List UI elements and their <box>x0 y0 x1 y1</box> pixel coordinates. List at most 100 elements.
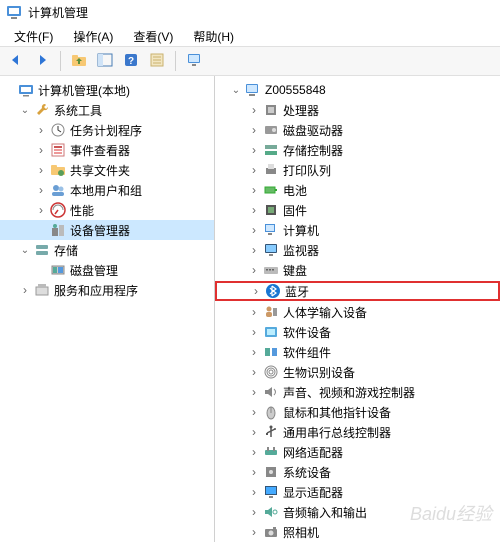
refresh-button[interactable] <box>182 49 206 73</box>
twisty-icon[interactable] <box>247 123 261 137</box>
usb-icon <box>263 424 279 440</box>
device-category-disk[interactable]: 磁盘驱动器 <box>215 120 500 140</box>
twisty-icon[interactable] <box>34 183 48 197</box>
device-category-printer[interactable]: 打印队列 <box>215 160 500 180</box>
twisty-icon[interactable] <box>247 305 261 319</box>
twisty-icon[interactable] <box>249 284 263 298</box>
tree-node-storage[interactable]: 存储 <box>0 240 214 260</box>
tree-node-task-scheduler[interactable]: 任务计划程序 <box>0 120 214 140</box>
device-category-label: 声音、视频和游戏控制器 <box>283 384 415 401</box>
twisty-icon[interactable] <box>247 263 261 277</box>
tree-node-label: 事件查看器 <box>70 142 130 159</box>
device-category-display[interactable]: 显示适配器 <box>215 482 500 502</box>
device-category-label: 处理器 <box>283 102 319 119</box>
twisty-icon[interactable] <box>247 243 261 257</box>
twisty-icon[interactable] <box>229 85 243 96</box>
twisty-icon[interactable] <box>34 143 48 157</box>
device-category-network[interactable]: 网络适配器 <box>215 442 500 462</box>
device-category-label: 键盘 <box>283 262 307 279</box>
tree-node-shared-folders[interactable]: 共享文件夹 <box>0 160 214 180</box>
tree-node-performance[interactable]: 性能 <box>0 200 214 220</box>
device-category-camera[interactable]: 照相机 <box>215 522 500 542</box>
menu-help[interactable]: 帮助(H) <box>183 26 244 44</box>
device-category-label: 音频输入和输出 <box>283 504 367 521</box>
device-tree[interactable]: Z00555848 处理器磁盘驱动器存储控制器打印队列电池固件计算机监视器键盘蓝… <box>215 80 500 542</box>
twisty-icon[interactable] <box>247 525 261 539</box>
tree-node-label: 服务和应用程序 <box>54 282 138 299</box>
device-category-mouse[interactable]: 鼠标和其他指针设备 <box>215 402 500 422</box>
device-category-label: 照相机 <box>283 524 319 541</box>
device-category-battery[interactable]: 电池 <box>215 180 500 200</box>
device-category-audio-io[interactable]: 音频输入和输出 <box>215 502 500 522</box>
device-category-keyboard[interactable]: 键盘 <box>215 260 500 280</box>
twisty-icon[interactable] <box>247 203 261 217</box>
panes-icon <box>97 52 113 71</box>
device-category-cpu[interactable]: 处理器 <box>215 100 500 120</box>
tree-node-disk-management[interactable]: 磁盘管理 <box>0 260 214 280</box>
back-button[interactable] <box>4 49 28 73</box>
twisty-icon[interactable] <box>247 223 261 237</box>
forward-button[interactable] <box>30 49 54 73</box>
twisty-icon[interactable] <box>247 505 261 519</box>
twisty-icon[interactable] <box>247 425 261 439</box>
twisty-icon[interactable] <box>34 163 48 177</box>
device-category-sound[interactable]: 声音、视频和游戏控制器 <box>215 382 500 402</box>
tree-node-system-tools[interactable]: 系统工具 <box>0 100 214 120</box>
twisty-icon[interactable] <box>247 103 261 117</box>
tree-node-computer-management[interactable]: 计算机管理(本地) <box>0 80 214 100</box>
device-category-label: 磁盘驱动器 <box>283 122 343 139</box>
twisty-icon[interactable] <box>247 485 261 499</box>
properties-button[interactable] <box>145 49 169 73</box>
firmware-icon <box>263 202 279 218</box>
twisty-icon[interactable] <box>247 345 261 359</box>
device-category-soft-dev[interactable]: 软件设备 <box>215 322 500 342</box>
device-category-biometric[interactable]: 生物识别设备 <box>215 362 500 382</box>
show-hide-tree-button[interactable] <box>93 49 117 73</box>
keyboard-icon <box>263 262 279 278</box>
tree-node-services-apps[interactable]: 服务和应用程序 <box>0 280 214 300</box>
up-button[interactable] <box>67 49 91 73</box>
cpu-icon <box>263 102 279 118</box>
menu-file[interactable]: 文件(F) <box>4 26 63 44</box>
twisty-icon[interactable] <box>247 143 261 157</box>
device-tree-root[interactable]: Z00555848 <box>215 80 500 100</box>
device-category-pc[interactable]: 计算机 <box>215 220 500 240</box>
twisty-icon[interactable] <box>247 183 261 197</box>
device-category-monitor[interactable]: 监视器 <box>215 240 500 260</box>
twisty-icon[interactable] <box>247 163 261 177</box>
device-category-firmware[interactable]: 固件 <box>215 200 500 220</box>
device-category-usb[interactable]: 通用串行总线控制器 <box>215 422 500 442</box>
device-category-hid[interactable]: 人体学输入设备 <box>215 302 500 322</box>
tree-node-event-viewer[interactable]: 事件查看器 <box>0 140 214 160</box>
shared-folder-icon <box>50 162 66 178</box>
twisty-icon[interactable] <box>247 445 261 459</box>
app-icon <box>6 4 22 20</box>
device-category-storage-ctrl[interactable]: 存储控制器 <box>215 140 500 160</box>
device-category-label: 计算机 <box>283 222 319 239</box>
device-category-label: 生物识别设备 <box>283 364 355 381</box>
twisty-icon[interactable] <box>247 465 261 479</box>
tree-node-label: 本地用户和组 <box>70 182 142 199</box>
help-button[interactable]: ? <box>119 49 143 73</box>
menu-view[interactable]: 查看(V) <box>123 26 183 44</box>
twisty-icon[interactable] <box>34 123 48 137</box>
twisty-icon[interactable] <box>247 365 261 379</box>
twisty-icon[interactable] <box>247 325 261 339</box>
console-tree[interactable]: 计算机管理(本地) 系统工具 任务计划程序 事件查看器 共享文件夹 本地用户和组… <box>0 80 214 300</box>
device-category-label: 通用串行总线控制器 <box>283 424 391 441</box>
device-category-label: 固件 <box>283 202 307 219</box>
twisty-icon[interactable] <box>18 245 32 256</box>
twisty-icon[interactable] <box>247 385 261 399</box>
device-category-system[interactable]: 系统设备 <box>215 462 500 482</box>
twisty-icon[interactable] <box>18 283 32 297</box>
twisty-icon[interactable] <box>18 105 32 116</box>
tree-node-device-manager[interactable]: 设备管理器 <box>0 220 214 240</box>
device-category-bluetooth[interactable]: 蓝牙 <box>215 281 500 301</box>
device-category-soft-comp[interactable]: 软件组件 <box>215 342 500 362</box>
twisty-icon[interactable] <box>247 405 261 419</box>
content-panes: 计算机管理(本地) 系统工具 任务计划程序 事件查看器 共享文件夹 本地用户和组… <box>0 76 500 542</box>
tree-node-local-users[interactable]: 本地用户和组 <box>0 180 214 200</box>
folder-up-icon <box>71 52 87 71</box>
twisty-icon[interactable] <box>34 203 48 217</box>
menu-action[interactable]: 操作(A) <box>63 26 123 44</box>
